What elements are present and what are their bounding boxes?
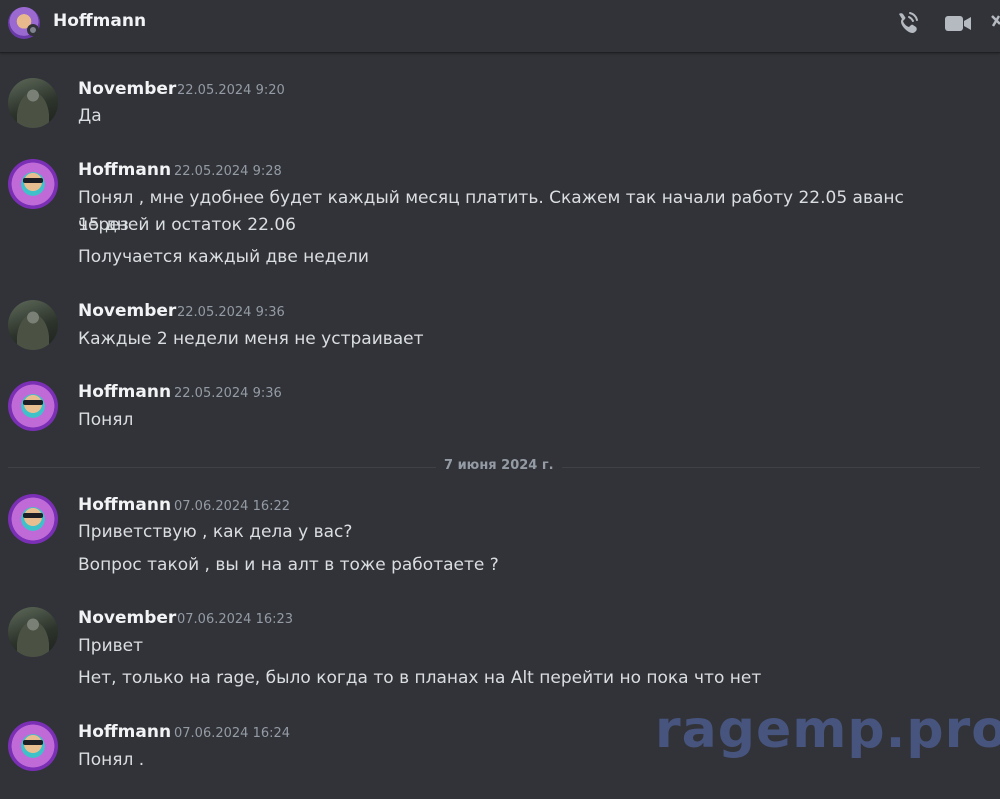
avatar[interactable] [8, 607, 58, 657]
message-timestamp: 22.05.2024 9:28 [174, 164, 282, 179]
message-text: Получается каждый две недели [78, 247, 369, 267]
status-indicator [27, 24, 39, 36]
avatar[interactable] [8, 159, 58, 209]
message-author[interactable]: November [78, 301, 176, 321]
message-timestamp: 22.05.2024 9:20 [177, 83, 285, 98]
message-text: Нет, только на rage, было когда то в пла… [78, 668, 762, 688]
message-timestamp: 07.06.2024 16:22 [174, 499, 291, 514]
message-timestamp: 22.05.2024 9:36 [174, 386, 282, 401]
channel-header: Hoffmann [0, 0, 1000, 53]
watermark: ragemp.pro [655, 700, 1000, 760]
message-list: November 22.05.2024 9:20 Да Hoffmann 22.… [0, 53, 1000, 799]
message-text: Привет [78, 636, 144, 656]
message-text: Понял [78, 410, 134, 430]
avatar[interactable] [8, 494, 58, 544]
phone-call-icon[interactable] [893, 10, 923, 36]
message-author[interactable]: November [78, 79, 176, 99]
avatar[interactable] [8, 381, 58, 431]
message-author[interactable]: Hoffmann [78, 160, 171, 180]
message-author[interactable]: November [78, 608, 176, 628]
avatar[interactable] [8, 300, 58, 350]
message-text: Да [78, 106, 102, 126]
message-text: 15 дней и остаток 22.06 [78, 215, 296, 235]
message-timestamp: 07.06.2024 16:24 [174, 726, 291, 741]
date-divider-label: 7 июня 2024 г. [436, 458, 562, 473]
message-text: Вопрос такой , вы и на алт в тоже работа… [78, 555, 499, 575]
header-title[interactable]: Hoffmann [53, 11, 146, 31]
message-author[interactable]: Hoffmann [78, 495, 171, 515]
message-timestamp: 07.06.2024 16:23 [177, 612, 294, 627]
message-timestamp: 22.05.2024 9:36 [177, 305, 285, 320]
avatar[interactable] [8, 721, 58, 771]
message-text: Каждые 2 недели меня не устраивает [78, 329, 424, 349]
avatar[interactable] [8, 78, 58, 128]
message-author[interactable]: Hoffmann [78, 722, 171, 742]
message-author[interactable]: Hoffmann [78, 382, 171, 402]
video-camera-icon[interactable] [943, 10, 973, 36]
pin-icon[interactable] [990, 10, 1000, 36]
message-text: Приветствую , как дела у вас? [78, 522, 353, 542]
